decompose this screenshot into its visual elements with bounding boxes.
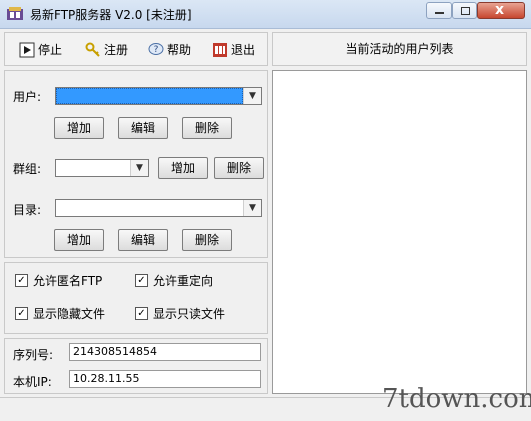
user-edit-button[interactable]: 编辑 [118, 117, 168, 139]
user-combo[interactable]: ▼ [55, 87, 262, 105]
group-label: 群组: [13, 162, 42, 176]
serial-field[interactable]: 214308514854 [69, 343, 261, 361]
group-add-button[interactable]: 增加 [158, 157, 208, 179]
dir-add-button[interactable]: 增加 [54, 229, 104, 251]
register-button[interactable]: 注册 [85, 41, 128, 58]
help-label: 帮助 [167, 43, 192, 57]
toolbar: 停止 注册 ? 帮助 退出 [4, 32, 268, 66]
dir-edit-button[interactable]: 编辑 [118, 229, 168, 251]
chevron-down-icon[interactable]: ▼ [243, 88, 261, 104]
chevron-down-icon[interactable]: ▼ [130, 160, 148, 176]
dir-delete-button[interactable]: 删除 [182, 229, 232, 251]
ip-field[interactable]: 10.28.11.55 [69, 370, 261, 388]
minimize-icon [435, 12, 444, 14]
options-panel: ✓ 允许匿名FTP ✓ 允许重定向 ✓ 显示隐藏文件 ✓ 显示只读文件 [4, 262, 268, 334]
help-button[interactable]: ? 帮助 [148, 41, 191, 58]
watermark-text: 7tdown.com [382, 384, 531, 414]
maximize-button[interactable] [452, 2, 477, 19]
user-list-header: 当前活动的用户列表 [272, 32, 527, 66]
window-title: 易新FTP服务器 V2.0 [未注册] [30, 8, 192, 22]
account-form: 用户: ▼ 增加 编辑 删除 群组: ▼ 增加 删除 目录: ▼ 增加 编辑 删… [4, 70, 268, 258]
allow-redirect-label: 允许重定向 [153, 274, 214, 288]
minimize-button[interactable] [426, 2, 452, 19]
exit-label: 退出 [231, 43, 256, 57]
close-icon: x [495, 2, 505, 18]
show-readonly-checkbox[interactable]: ✓ 显示只读文件 [135, 305, 225, 322]
app-icon [7, 7, 23, 20]
checkbox-check-icon: ✓ [15, 274, 28, 287]
help-bubble-icon: ? [148, 42, 164, 55]
show-hidden-checkbox[interactable]: ✓ 显示隐藏文件 [15, 305, 105, 322]
checkbox-check-icon: ✓ [135, 274, 148, 287]
checkbox-check-icon: ✓ [15, 307, 28, 320]
exit-icon [213, 42, 227, 57]
stop-button[interactable]: 停止 [19, 41, 62, 58]
svg-text:?: ? [154, 45, 159, 55]
group-delete-button[interactable]: 删除 [214, 157, 264, 179]
directory-label: 目录: [13, 203, 42, 217]
register-label: 注册 [104, 43, 129, 57]
allow-anonymous-label: 允许匿名FTP [33, 274, 103, 288]
serial-label: 序列号: [13, 348, 54, 362]
allow-redirect-checkbox[interactable]: ✓ 允许重定向 [135, 272, 213, 289]
checkbox-check-icon: ✓ [135, 307, 148, 320]
close-button[interactable]: x [477, 2, 525, 19]
user-combo-value [56, 88, 243, 104]
title-bar: 易新FTP服务器 V2.0 [未注册] x [0, 0, 531, 29]
group-combo-value [56, 160, 130, 176]
stop-label: 停止 [38, 43, 63, 57]
user-add-button[interactable]: 增加 [54, 117, 104, 139]
play-icon [19, 42, 35, 57]
ip-label: 本机IP: [13, 375, 52, 389]
show-hidden-label: 显示隐藏文件 [33, 307, 106, 321]
maximize-icon [461, 7, 470, 15]
user-delete-button[interactable]: 删除 [182, 117, 232, 139]
show-readonly-label: 显示只读文件 [153, 307, 226, 321]
chevron-down-icon[interactable]: ▼ [243, 200, 261, 216]
active-user-list[interactable] [272, 70, 527, 394]
group-combo[interactable]: ▼ [55, 159, 149, 177]
allow-anonymous-checkbox[interactable]: ✓ 允许匿名FTP [15, 272, 102, 289]
info-panel: 序列号: 214308514854 本机IP: 10.28.11.55 [4, 338, 268, 394]
directory-combo[interactable]: ▼ [55, 199, 262, 217]
exit-button[interactable]: 退出 [212, 41, 255, 58]
key-icon [85, 42, 100, 57]
user-label: 用户: [13, 90, 42, 104]
directory-combo-value [56, 200, 243, 216]
